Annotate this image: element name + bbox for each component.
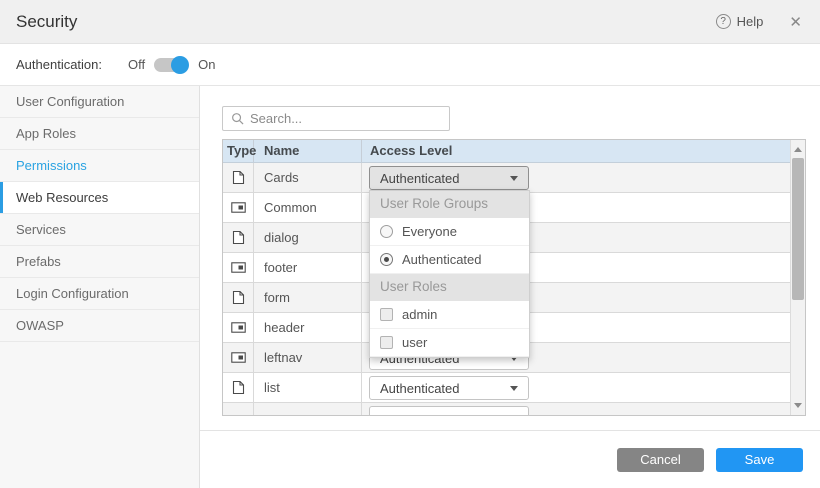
search-icon: [231, 112, 244, 125]
save-button[interactable]: Save: [716, 448, 803, 472]
resource-name: form: [254, 283, 362, 312]
option-label: admin: [402, 307, 437, 322]
partial-icon: [223, 253, 254, 282]
dialog-footer: Cancel Save: [200, 430, 820, 488]
dropdown-section-header: User Roles: [370, 274, 529, 301]
sidebar-item-label: Prefabs: [16, 254, 61, 269]
scroll-up-button[interactable]: [791, 142, 805, 157]
security-dialog: Security ? Help ✕ Authentication: Off On…: [0, 0, 820, 488]
dropdown-option-authenticated[interactable]: Authenticated: [370, 246, 529, 274]
help-icon: ?: [716, 14, 731, 29]
sidebar-item-label: Login Configuration: [16, 286, 129, 301]
sidebar-item-label: OWASP: [16, 318, 64, 333]
sidebar-item-label: User Configuration: [16, 94, 124, 109]
radio-icon: [380, 225, 393, 238]
resource-name: footer: [254, 253, 362, 282]
resource-name: Cards: [254, 163, 362, 192]
column-header-access-level: Access Level: [362, 140, 790, 162]
resource-name: dialog: [254, 223, 362, 252]
table-header: Type Name Access Level: [223, 140, 790, 163]
sidebar-item-user-configuration[interactable]: User Configuration: [0, 86, 199, 118]
column-header-name: Name: [254, 140, 362, 162]
table-row: Cards Authenticated: [223, 163, 790, 193]
sidebar-item-services[interactable]: Services: [0, 214, 199, 246]
scroll-up-icon: [794, 147, 802, 152]
titlebar: Security ? Help ✕: [0, 0, 820, 44]
option-label: user: [402, 335, 427, 350]
sidebar-item-label: App Roles: [16, 126, 76, 141]
access-level-value: Authenticated: [380, 171, 460, 186]
cancel-button[interactable]: Cancel: [617, 448, 704, 472]
sidebar-item-login-configuration[interactable]: Login Configuration: [0, 278, 199, 310]
type-cell: [223, 403, 254, 415]
scrollbar-thumb[interactable]: [792, 158, 804, 300]
authentication-bar: Authentication: Off On: [0, 44, 820, 86]
toggle-on-label: On: [198, 57, 215, 72]
partial-icon: [223, 193, 254, 222]
dropdown-option-user[interactable]: user: [370, 329, 529, 357]
page-icon: [223, 223, 254, 252]
partial-icon: [223, 343, 254, 372]
sidebar-item-label: Permissions: [16, 158, 87, 173]
dialog-body: User Configuration App Roles Permissions We…: [0, 86, 820, 488]
page-icon: [223, 283, 254, 312]
help-label: Help: [737, 14, 764, 29]
checkbox-icon: [380, 336, 393, 349]
toggle-off-label: Off: [128, 57, 145, 72]
resource-name: leftnav: [254, 343, 362, 372]
access-level-select[interactable]: Authenticated: [369, 166, 529, 190]
sidebar: User Configuration App Roles Permissions We…: [0, 86, 200, 488]
web-resources-table: Type Name Access Level Cards Authenticate…: [222, 139, 806, 416]
table-row: [223, 403, 790, 415]
caret-down-icon: [510, 176, 518, 181]
access-cell: Authenticated: [362, 373, 790, 402]
resource-name: list: [254, 373, 362, 402]
option-label: Authenticated: [402, 252, 482, 267]
sidebar-item-label: Services: [16, 222, 66, 237]
sidebar-item-prefabs[interactable]: Prefabs: [0, 246, 199, 278]
search-input[interactable]: [250, 111, 441, 126]
access-level-select[interactable]: Authenticated: [369, 376, 529, 400]
access-level-value: Authenticated: [380, 381, 460, 396]
page-icon: [223, 163, 254, 192]
page-title: Security: [16, 12, 77, 32]
sidebar-item-owasp[interactable]: OWASP: [0, 310, 199, 342]
resource-name: [254, 403, 362, 415]
table-scrollbar[interactable]: [790, 140, 805, 415]
access-cell: Authenticated: [362, 163, 790, 192]
sidebar-item-label: Web Resources: [16, 190, 108, 205]
web-resources-content: Type Name Access Level Cards Authenticate…: [200, 86, 820, 416]
dropdown-section-header: User Role Groups: [370, 191, 529, 218]
column-header-type: Type: [223, 140, 254, 162]
close-icon[interactable]: ✕: [789, 13, 802, 31]
scroll-down-button[interactable]: [791, 398, 805, 413]
sidebar-item-app-roles[interactable]: App Roles: [0, 118, 199, 150]
help-button[interactable]: ? Help: [716, 14, 764, 29]
main-panel: Type Name Access Level Cards Authenticate…: [200, 86, 820, 488]
toggle-knob: [171, 56, 189, 74]
resource-name: Common: [254, 193, 362, 222]
authentication-toggle[interactable]: [154, 58, 187, 72]
access-level-select[interactable]: [369, 406, 529, 415]
table-row: list Authenticated: [223, 373, 790, 403]
dropdown-option-admin[interactable]: admin: [370, 301, 529, 329]
search-box: [222, 106, 450, 131]
option-label: Everyone: [402, 224, 457, 239]
page-icon: [223, 373, 254, 402]
dropdown-option-everyone[interactable]: Everyone: [370, 218, 529, 246]
access-cell: [362, 403, 790, 415]
radio-checked-icon: [380, 253, 393, 266]
sidebar-item-web-resources[interactable]: Web Resources: [0, 182, 199, 214]
titlebar-actions: ? Help ✕: [716, 13, 802, 31]
access-level-dropdown-panel: User Role Groups Everyone Authenticated Use…: [369, 190, 530, 358]
authentication-label: Authentication:: [16, 57, 102, 72]
sidebar-item-permissions[interactable]: Permissions: [0, 150, 199, 182]
checkbox-icon: [380, 308, 393, 321]
resource-name: header: [254, 313, 362, 342]
partial-icon: [223, 313, 254, 342]
scroll-down-icon: [794, 403, 802, 408]
caret-down-icon: [510, 386, 518, 391]
